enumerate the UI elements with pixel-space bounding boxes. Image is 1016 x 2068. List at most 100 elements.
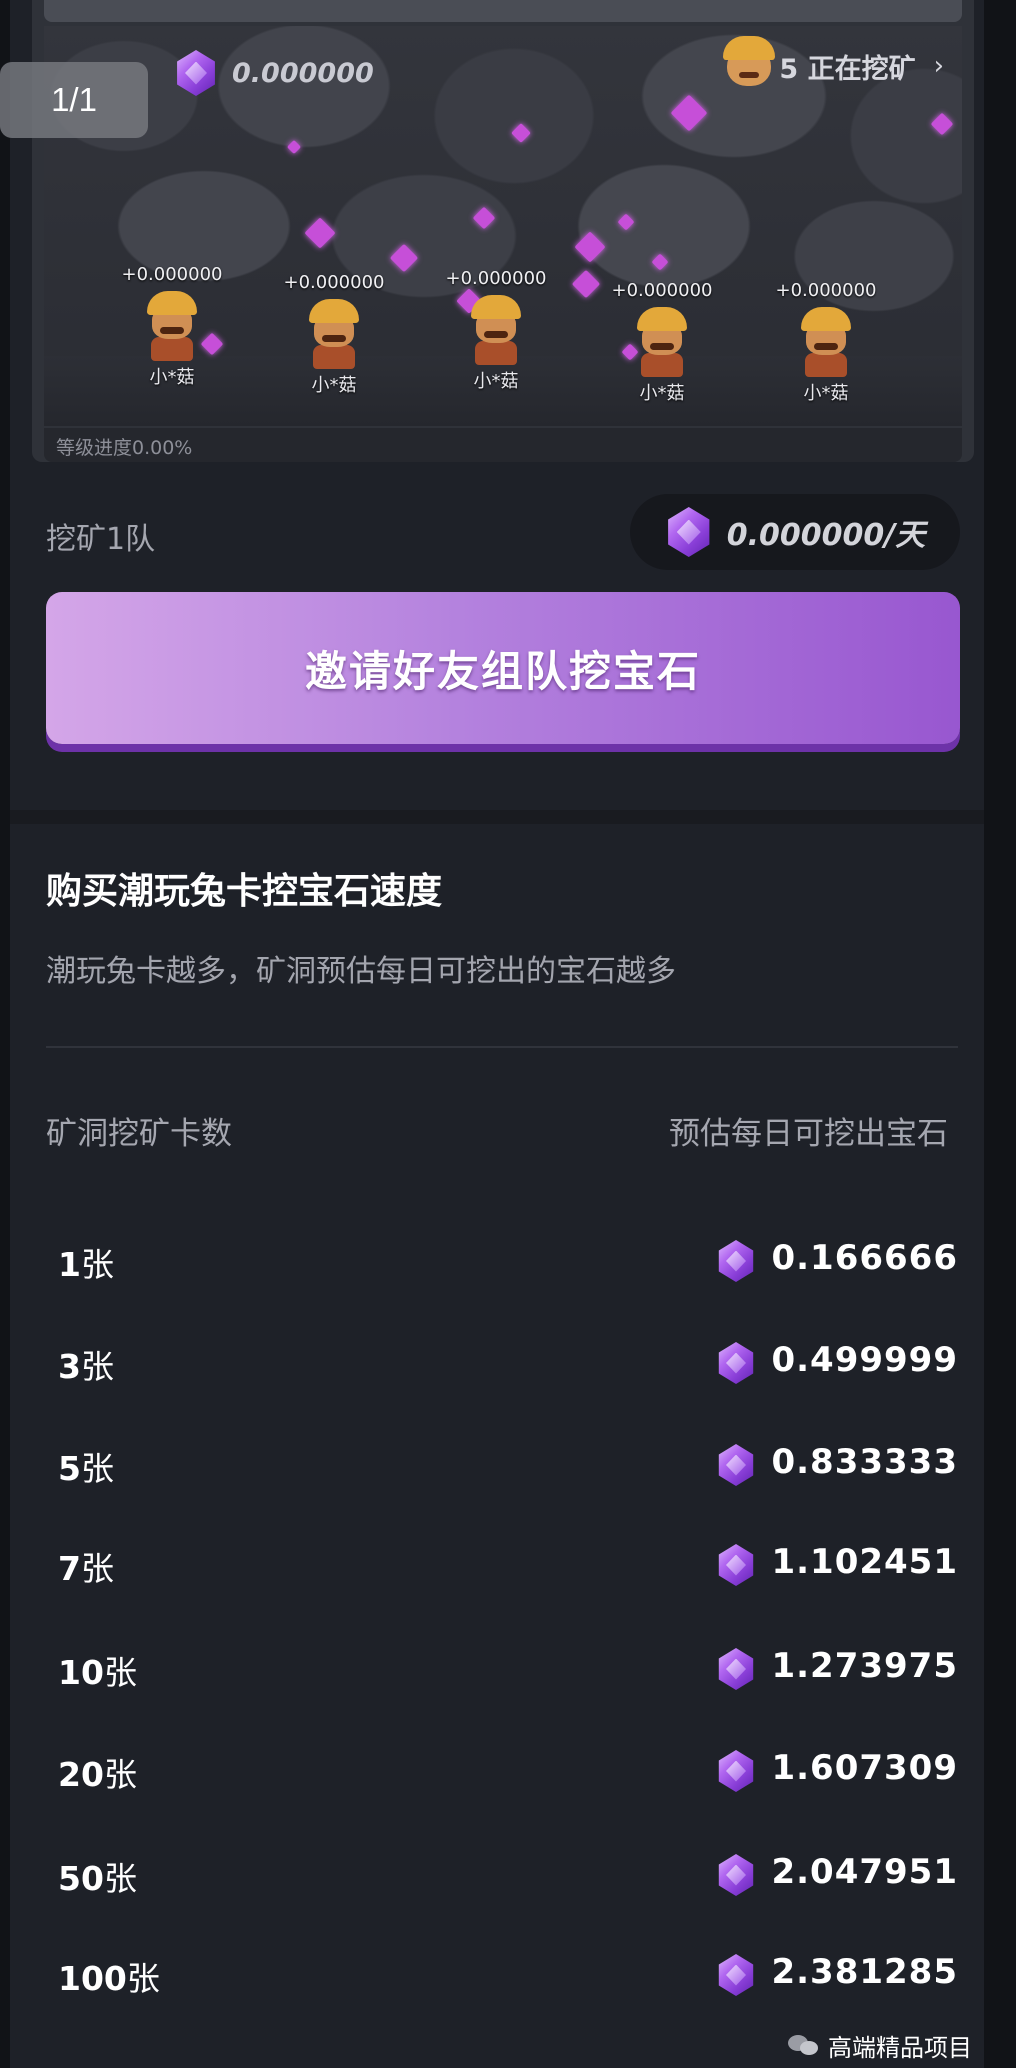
chevron-right-icon: › xyxy=(933,51,944,81)
section-divider xyxy=(10,810,984,824)
card-count-unit: 张 xyxy=(80,1347,114,1386)
card-count-value: 3 xyxy=(58,1347,81,1386)
miner-earnings: +0.000000 xyxy=(283,272,385,293)
wechat-icon xyxy=(788,2033,820,2059)
miner-earnings: +0.000000 xyxy=(775,280,877,301)
miner-name: 小*菇 xyxy=(149,367,195,388)
level-progress-text: 等级进度0.00% xyxy=(56,437,193,459)
active-miners-text: 5 正在挖矿 xyxy=(779,53,916,85)
gem-sparkle xyxy=(651,253,669,271)
table-row: 5张 0.833333 xyxy=(46,1432,958,1492)
page-counter: 1/1 xyxy=(0,62,148,138)
gem-sparkle xyxy=(670,94,708,132)
card-count-unit: 张 xyxy=(103,1859,137,1898)
table-row: 100张 2.381285 xyxy=(46,1942,958,2002)
card-count-unit: 张 xyxy=(80,1549,114,1588)
gem-sparkle xyxy=(617,213,635,231)
miner-sprite xyxy=(143,291,201,361)
card-count: 5张 xyxy=(58,1442,114,1490)
card-count: 20张 xyxy=(58,1748,137,1796)
card-count: 100张 xyxy=(58,1952,160,2000)
card-count: 7张 xyxy=(58,1542,114,1590)
daily-gem-estimate: 0.833333 xyxy=(771,1442,958,1482)
card-count-unit: 张 xyxy=(80,1449,114,1488)
card-count-unit: 张 xyxy=(103,1653,137,1692)
team-name: 挖矿1队 xyxy=(46,522,156,557)
divider xyxy=(46,1046,958,1048)
miner-name: 小*菇 xyxy=(473,371,519,392)
table-row: 3张 0.499999 xyxy=(46,1330,958,1390)
card-count-unit: 张 xyxy=(126,1959,160,1998)
miner-character: +0.000000 小*菇 xyxy=(274,272,394,397)
watermark: 高端精品项目 xyxy=(788,2028,972,2063)
gem-icon xyxy=(718,1444,754,1486)
card-count-unit: 张 xyxy=(80,1245,114,1284)
watermark-text: 高端精品项目 xyxy=(828,2034,972,2062)
gem-balance: 0.000000 xyxy=(174,50,374,96)
gem-sparkle xyxy=(574,231,606,263)
speed-section-title: 购买潮玩兔卡控宝石速度 xyxy=(46,871,443,912)
daily-gem-estimate: 0.166666 xyxy=(771,1238,958,1278)
app-screen: 0.000000 5 正在挖矿 › +0.000000 小*菇 +0.00000… xyxy=(10,0,984,2068)
daily-gem-estimate: 1.607309 xyxy=(771,1748,958,1788)
column-header-gems: 预估每日可挖出宝石 xyxy=(669,1116,948,1152)
table-row: 20张 1.607309 xyxy=(46,1738,958,1798)
gem-icon xyxy=(177,50,215,96)
gem-balance-value: 0.000000 xyxy=(232,57,374,89)
mine-panel: 0.000000 5 正在挖矿 › +0.000000 小*菇 +0.00000… xyxy=(32,0,974,462)
miner-character: +0.000000 小*菇 xyxy=(112,264,232,389)
card-count: 10张 xyxy=(58,1646,137,1694)
daily-rate-value: 0.000000/天 xyxy=(726,518,926,553)
miner-name: 小*菇 xyxy=(639,383,685,404)
miner-sprite xyxy=(305,299,363,369)
active-miners-link[interactable]: 5 正在挖矿 › xyxy=(723,36,944,86)
miner-earnings: +0.000000 xyxy=(121,264,223,285)
gem-icon xyxy=(718,1954,754,1996)
miner-avatar-icon xyxy=(723,36,776,86)
gem-sparkle xyxy=(472,206,496,230)
level-progress-bar: 等级进度0.00% xyxy=(44,428,962,462)
card-count-value: 20 xyxy=(58,1755,104,1794)
miner-earnings: +0.000000 xyxy=(445,268,547,289)
mine-cave-scene: 0.000000 5 正在挖矿 › +0.000000 小*菇 +0.00000… xyxy=(44,26,962,426)
daily-gem-estimate: 0.499999 xyxy=(771,1340,958,1380)
gem-sparkle xyxy=(389,243,419,273)
card-count-value: 5 xyxy=(58,1449,81,1488)
table-row: 10张 1.273975 xyxy=(46,1636,958,1696)
miner-sprite xyxy=(797,307,855,377)
card-count-value: 10 xyxy=(58,1653,104,1692)
gem-icon xyxy=(718,1750,754,1792)
invite-friends-button[interactable]: 邀请好友组队挖宝石 xyxy=(46,592,960,744)
card-count-value: 50 xyxy=(58,1859,104,1898)
miner-sprite xyxy=(633,307,691,377)
column-header-cards: 矿洞挖矿卡数 xyxy=(46,1116,232,1152)
gem-icon xyxy=(668,507,710,557)
card-count-value: 1 xyxy=(58,1245,81,1284)
miner-name: 小*菇 xyxy=(311,375,357,396)
gem-sparkle xyxy=(304,217,336,249)
daily-gem-estimate: 2.047951 xyxy=(771,1852,958,1892)
mine-top-bar xyxy=(44,0,962,22)
gem-sparkle xyxy=(571,269,601,299)
daily-gem-estimate: 2.381285 xyxy=(771,1952,958,1992)
gem-icon xyxy=(718,1854,754,1896)
miner-name: 小*菇 xyxy=(803,383,849,404)
daily-gem-estimate: 1.102451 xyxy=(771,1542,958,1582)
card-count-unit: 张 xyxy=(103,1755,137,1794)
background-strip xyxy=(984,0,1016,2068)
speed-section-description: 潮玩兔卡越多，矿洞预估每日可挖出的宝石越多 xyxy=(46,954,676,989)
card-count-value: 100 xyxy=(58,1959,127,1998)
gem-icon xyxy=(718,1342,754,1384)
table-row: 1张 0.166666 xyxy=(46,1228,958,1288)
card-count: 50张 xyxy=(58,1852,137,1900)
gem-icon xyxy=(718,1544,754,1586)
daily-gem-estimate: 1.273975 xyxy=(771,1646,958,1686)
card-count: 1张 xyxy=(58,1238,114,1286)
table-row: 50张 2.047951 xyxy=(46,1842,958,1902)
miner-earnings: +0.000000 xyxy=(611,280,713,301)
table-row: 7张 1.102451 xyxy=(46,1532,958,1592)
gem-icon xyxy=(718,1648,754,1690)
card-count-value: 7 xyxy=(58,1549,81,1588)
gem-sparkle xyxy=(511,123,531,143)
gem-sparkle xyxy=(286,139,302,155)
